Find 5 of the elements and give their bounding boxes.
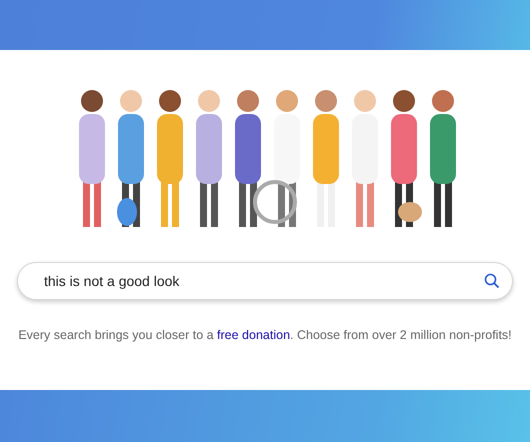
search-input[interactable]: this is not a good look: [42, 272, 482, 290]
donation-link[interactable]: free donation: [217, 328, 290, 342]
search-icon[interactable]: [482, 271, 502, 291]
tagline-text: Every search brings you closer to a free donation. Choose from over 2 million non-profits!: [18, 328, 512, 342]
search-field[interactable]: this is not a good look: [17, 262, 513, 300]
